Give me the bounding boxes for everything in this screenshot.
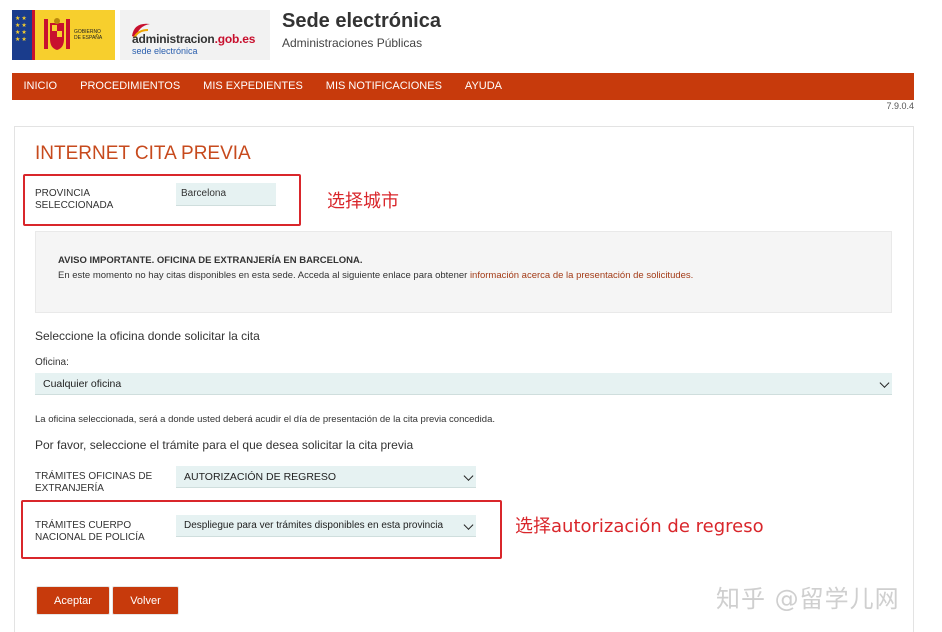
site-header: ★★ ★★ ★★ ★★ GOBIERNO DE ESPAÑA administraci… (0, 0, 942, 72)
tramite-extranjeria-label: TRÁMITES OFICINAS DE EXTRANJERÍA (35, 471, 152, 495)
nav-item-mis-expedientes[interactable]: MIS EXPEDIENTES (192, 73, 315, 100)
provincia-label-line2: SELECCIONADA (35, 200, 114, 211)
tramite-policia-label: TRÁMITES CUERPO NACIONAL DE POLICÍA (35, 520, 145, 544)
tramite-policia-label-line1: TRÁMITES CUERPO (35, 520, 132, 531)
logo-subtext: sede electrónica (132, 46, 198, 56)
chevron-down-icon (463, 470, 474, 481)
tramite-extranjeria-label-line1: TRÁMITES OFICINAS DE (35, 471, 153, 482)
tramite-extranjeria-selected: AUTORIZACIÓN DE REGRESO (184, 470, 337, 483)
annotation-tramite: 选择autorización de regreso (515, 516, 764, 537)
chevron-down-icon (463, 519, 474, 530)
accept-button[interactable]: Aceptar (37, 587, 109, 614)
nav-item-procedimientos[interactable]: PROCEDIMIENTOS (69, 73, 192, 100)
notice-text: En este momento no hay citas disponibles… (58, 270, 693, 281)
logo-domain-tld: .gob.es (214, 32, 256, 46)
oficina-select[interactable]: Cualquier oficina (35, 373, 892, 395)
tramite-extranjeria-label-line2: EXTRANJERÍA (35, 483, 104, 494)
tramite-policia-select[interactable]: Despliegue para ver trámites disponibles… (176, 515, 476, 537)
provincia-label: PROVINCIA SELECCIONADA (35, 188, 113, 212)
notice-body: En este momento no hay citas disponibles… (58, 270, 470, 281)
provincia-label-line1: PROVINCIA (35, 188, 91, 199)
notice-box: AVISO IMPORTANTE. OFICINA DE EXTRANJERÍA… (35, 231, 892, 313)
chevron-down-icon (879, 377, 890, 388)
provincia-value: Barcelona (176, 183, 276, 206)
site-subtitle: Administraciones Públicas (282, 36, 423, 50)
nav-item-ayuda[interactable]: AYUDA (453, 73, 513, 100)
page-title: INTERNET CITA PREVIA (35, 143, 251, 164)
notice-link[interactable]: información acerca de la presentación de… (470, 270, 693, 281)
tramite-policia-selected: Despliegue para ver trámites disponibles… (184, 520, 444, 531)
logo-domain-main: administracion (132, 32, 215, 46)
tramite-extranjeria-select[interactable]: AUTORIZACIÓN DE REGRESO (176, 466, 476, 488)
oficina-label: Oficina: (35, 357, 69, 368)
oficina-selected-value: Cualquier oficina (43, 377, 122, 390)
oficina-prompt: Seleccione la oficina donde solicitar la… (35, 329, 260, 343)
watermark: 知乎 @留学儿网 (716, 585, 900, 613)
nav-item-mis-notificaciones[interactable]: MIS NOTIFICACIONES (314, 73, 453, 100)
main-nav: INICIO PROCEDIMIENTOS MIS EXPEDIENTES MI… (12, 73, 914, 100)
notice-title: AVISO IMPORTANTE. OFICINA DE EXTRANJERÍA… (58, 255, 363, 266)
version-label: 7.9.0.4 (886, 101, 914, 111)
administracion-logo[interactable]: administracion.gob.es sede electrónica (120, 10, 270, 60)
gobierno-line2: DE ESPAÑA (74, 35, 103, 41)
site-title: Sede electrónica (282, 10, 441, 32)
eu-flag-icon: ★★ ★★ ★★ ★★ (12, 10, 32, 60)
annotation-city: 选择城市 (327, 191, 399, 212)
tramite-prompt: Por favor, seleccione el trámite para el… (35, 438, 414, 452)
coat-of-arms-icon (44, 18, 70, 50)
nav-item-inicio[interactable]: INICIO (12, 73, 69, 100)
tramite-policia-label-line2: NACIONAL DE POLICÍA (35, 532, 145, 543)
gobierno-espana-logo[interactable]: ★★ ★★ ★★ ★★ GOBIERNO DE ESPAÑA (12, 10, 115, 60)
oficina-help: La oficina seleccionada, será a donde us… (35, 414, 496, 425)
back-button[interactable]: Volver (113, 587, 178, 614)
